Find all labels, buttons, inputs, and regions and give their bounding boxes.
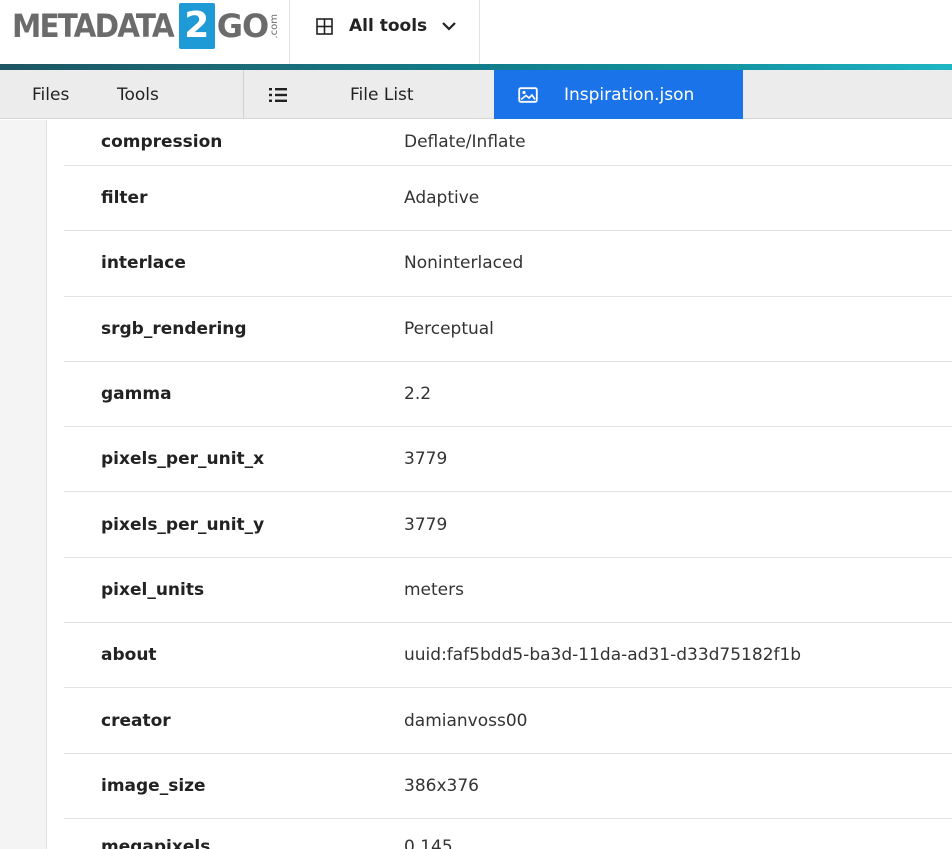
metadata2go-logo[interactable]: METADATA 2 GO .com — [12, 2, 280, 50]
left-gutter — [0, 120, 47, 849]
metadata-value: Perceptual — [404, 318, 494, 339]
table-row: about uuid:faf5bdd5-ba3d-11da-ad31-d33d7… — [64, 623, 952, 689]
all-tools-button[interactable]: All tools — [290, 0, 479, 52]
table-row: srgb_rendering Perceptual — [64, 297, 952, 362]
tab-file-list[interactable]: File List — [244, 70, 494, 119]
list-icon — [269, 87, 287, 102]
metadata-key: compression — [101, 132, 223, 152]
metadata-value: meters — [404, 579, 464, 600]
table-row: pixel_units meters — [64, 558, 952, 624]
metadata-value: 3779 — [404, 449, 448, 470]
metadata-value: Deflate/Inflate — [404, 132, 526, 152]
table-row: megapixels 0.145 — [64, 819, 952, 849]
metadata-value: damianvoss00 — [404, 710, 528, 731]
header-divider — [479, 0, 480, 64]
table-row: creator damianvoss00 — [64, 688, 952, 754]
table-row: interlace Noninterlaced — [64, 231, 952, 297]
metadata-key: pixel_units — [101, 579, 205, 600]
tab-tools-label: Tools — [117, 84, 159, 105]
tab-file-list-label: File List — [350, 84, 414, 105]
tab-active-file[interactable]: Inspiration.json — [494, 70, 743, 119]
table-row: pixels_per_unit_y 3779 — [64, 492, 952, 558]
metadata-table: compression Deflate/Inflate filter Adapt… — [64, 120, 952, 849]
metadata-key: about — [101, 645, 157, 666]
table-row: gamma 2.2 — [64, 362, 952, 428]
tab-active-file-label: Inspiration.json — [564, 84, 695, 105]
metadata-key: srgb_rendering — [101, 318, 247, 339]
metadata-key: image_size — [101, 775, 206, 796]
tab-tools[interactable]: Tools — [117, 70, 159, 119]
metadata-key: creator — [101, 710, 171, 731]
table-row: image_size 386x376 — [64, 754, 952, 819]
grid-icon — [316, 17, 333, 35]
image-icon — [518, 86, 538, 103]
logo-go: GO — [216, 7, 269, 45]
metadata-key: interlace — [101, 253, 186, 274]
metadata-value: 2.2 — [404, 384, 432, 405]
chevron-down-icon — [442, 22, 456, 31]
tab-bar: Files Tools File List Inspiration.json — [0, 70, 952, 119]
tab-files[interactable]: Files — [32, 70, 69, 119]
all-tools-label: All tools — [349, 16, 428, 36]
table-row: filter Adaptive — [64, 166, 952, 232]
metadata-key: filter — [101, 188, 148, 209]
metadata-value: 0.145 — [404, 836, 453, 849]
metadata-key: pixels_per_unit_x — [101, 449, 265, 470]
table-row: pixels_per_unit_x 3779 — [64, 427, 952, 493]
top-header: METADATA 2 GO .com All tools — [0, 0, 952, 64]
logo-two: 2 — [178, 3, 215, 49]
metadata-value: Adaptive — [404, 188, 480, 209]
metadata-key: megapixels — [101, 836, 211, 849]
tab-files-label: Files — [32, 84, 70, 105]
metadata-value: 386x376 — [404, 775, 479, 796]
logo-com: .com — [269, 13, 281, 39]
logo-word: METADATA — [12, 7, 175, 45]
table-row: compression Deflate/Inflate — [64, 120, 952, 166]
metadata-key: pixels_per_unit_y — [101, 514, 265, 535]
metadata-value: uuid:faf5bdd5-ba3d-11da-ad31-d33d75182f1… — [404, 645, 802, 666]
metadata-key: gamma — [101, 384, 172, 405]
metadata-value: Noninterlaced — [404, 253, 524, 274]
metadata-value: 3779 — [404, 514, 448, 535]
